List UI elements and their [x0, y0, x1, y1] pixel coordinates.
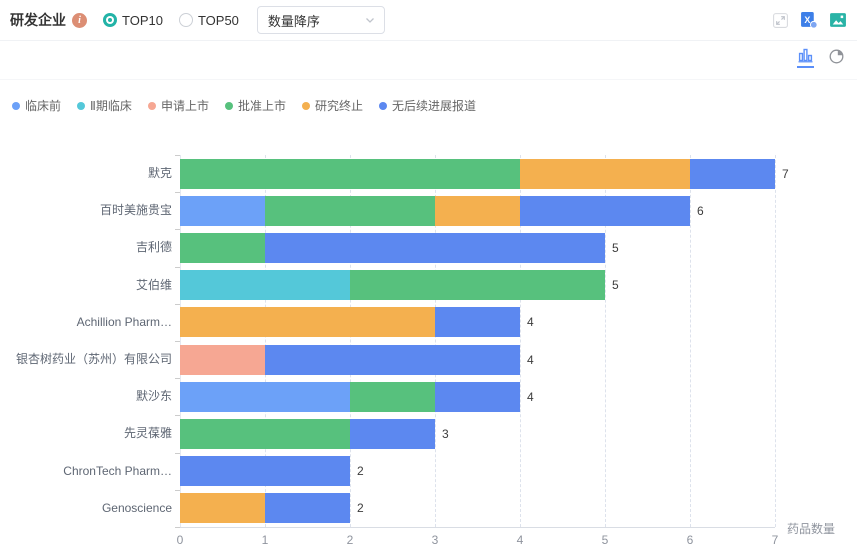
y-axis-tick [175, 229, 180, 231]
category-label: 先灵葆雅 [123, 426, 172, 441]
y-axis-tick [175, 192, 180, 194]
bar-segment-研究终止[interactable] [520, 158, 690, 189]
bar-segment-批准上市[interactable] [265, 195, 435, 226]
y-axis-tick [175, 378, 180, 380]
bar-segment-无后续进展报道[interactable] [435, 307, 520, 338]
bar-value-label: 5 [612, 278, 619, 293]
gridline-6 [690, 155, 691, 527]
bar-segment-无后续进展报道[interactable] [265, 493, 350, 524]
bar-segment-临床前[interactable] [180, 195, 265, 226]
bar-value-label: 2 [357, 501, 364, 516]
bar-segment-临床前[interactable] [180, 381, 350, 412]
bar-segment-无后续进展报道[interactable] [435, 381, 520, 412]
bar-value-label: 3 [442, 427, 449, 441]
y-axis-tick [175, 155, 180, 156]
bar-segment-批准上市[interactable] [350, 381, 435, 412]
bar-value-label: 6 [697, 203, 704, 218]
bar-segment-批准上市[interactable] [180, 419, 350, 449]
y-axis-tick [175, 341, 180, 342]
x-tick-label: 0 [176, 533, 184, 547]
stacked-bar-chart: 默克 7 百时美施贵宝 6 吉利德 5 艾伯维 5 Achillion Pharm… 4 银杏树药业… [0, 0, 857, 551]
x-tick-label: 3 [431, 533, 439, 547]
bar-value-label: 5 [612, 241, 619, 255]
bar-segment-研究终止[interactable] [435, 195, 520, 226]
bar-segment-无后续进展报道[interactable] [265, 233, 605, 263]
x-tick-label: 4 [516, 533, 524, 547]
y-axis-tick [175, 452, 180, 454]
y-axis-tick [175, 266, 180, 268]
category-label: 默克 [147, 166, 172, 180]
x-tick-label: 5 [601, 533, 609, 547]
category-label: 百时美施贵宝 [99, 203, 172, 218]
category-label: 吉利德 [135, 240, 172, 255]
bar-segment-无后续进展报道[interactable] [520, 195, 690, 226]
category-label: ChronTech Pharm… [63, 463, 172, 478]
bar-value-label: 7 [782, 166, 789, 181]
drug-company-chart-widget: 研发企业 i TOP10 TOP50 数量降序 X 临床前 Ⅱ期临床 申请上市 … [0, 0, 857, 551]
category-label: Achillion Pharm… [76, 314, 172, 329]
y-axis-tick [175, 303, 180, 305]
bar-segment-研究终止[interactable] [180, 493, 265, 524]
category-label: 默沙东 [135, 389, 172, 404]
x-axis-line [180, 527, 775, 528]
category-label: Genoscience [101, 500, 172, 515]
category-label: 艾伯维 [135, 277, 172, 292]
bar-value-label: 4 [527, 315, 534, 330]
gridline-7 [775, 155, 776, 527]
bar-segment-Ⅱ期临床[interactable] [180, 270, 350, 301]
x-tick-label: 2 [346, 533, 354, 547]
bar-segment-无后续进展报道[interactable] [180, 456, 350, 487]
bar-value-label: 2 [357, 464, 364, 479]
x-tick-label: 1 [261, 533, 269, 547]
bar-value-label: 4 [527, 352, 534, 367]
x-tick-label: 6 [686, 533, 694, 547]
bar-segment-批准上市[interactable] [350, 270, 605, 301]
bar-segment-无后续进展报道[interactable] [265, 344, 520, 375]
bar-segment-无后续进展报道[interactable] [690, 158, 775, 189]
bar-value-label: 4 [527, 389, 534, 404]
x-axis-title: 药品数量 [787, 522, 836, 536]
bar-segment-无后续进展报道[interactable] [350, 419, 435, 449]
y-axis-tick [175, 527, 180, 528]
y-axis-tick [175, 415, 180, 417]
bar-segment-研究终止[interactable] [180, 307, 435, 338]
y-axis-tick [175, 489, 180, 491]
bar-segment-批准上市[interactable] [180, 158, 520, 189]
category-label: 银杏树药业（苏州）有限公司 [15, 352, 172, 366]
bar-segment-申请上市[interactable] [180, 344, 265, 375]
bar-segment-批准上市[interactable] [180, 233, 265, 263]
